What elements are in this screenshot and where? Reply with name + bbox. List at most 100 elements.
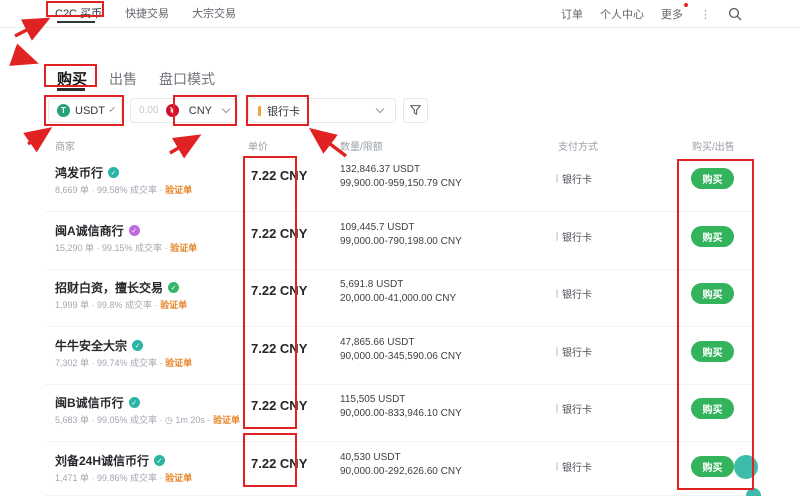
available-amount: 115,505 USDT <box>340 394 405 405</box>
merchant-name: 刘备24H诚信币行 <box>55 452 149 469</box>
limit-range: 99,900.00-959,150.79 CNY <box>340 178 462 189</box>
limit-range: 20,000.00-41,000.00 CNY <box>340 293 456 304</box>
unit-price: 7.22 CNY <box>251 283 307 298</box>
funnel-icon <box>409 104 422 117</box>
amount-input-group: 0.00 ¥ CNY <box>130 98 238 123</box>
top-nav: C2C 买币 快捷交易 大宗交易 订单 个人中心 更多 ⋮ <box>0 0 800 28</box>
fiat-select[interactable]: ¥ CNY <box>166 104 229 117</box>
tab-active-underline <box>57 88 85 91</box>
verified-tag[interactable]: 验证单 <box>165 473 192 483</box>
payment-bar-icon <box>556 347 558 356</box>
chevron-down-icon <box>109 106 115 112</box>
buy-button[interactable]: 购买 <box>691 398 734 419</box>
verified-tag[interactable]: 验证单 <box>160 300 187 310</box>
header-payment: 支付方式 <box>558 138 598 153</box>
payment-bar-icon <box>258 106 261 116</box>
payment-bar-icon <box>556 289 558 298</box>
offer-row: 牛牛安全大宗✓ 7,302 单 · 99.74% 成交率 · 验证单 7.22 … <box>45 328 756 385</box>
verified-badge-icon: ✓ <box>154 455 165 466</box>
offer-row: 闽A诚信商行✓ 15,290 单 · 99.15% 成交率 · 验证单 7.22… <box>45 213 756 270</box>
unit-price: 7.22 CNY <box>251 398 307 413</box>
offer-row: 鸿发币行 ✓ 8,669 单 · 99.58% 成交率 · 验证单 7.22 CN… <box>45 155 756 212</box>
offer-row: 闽B诚信币行 ✓ 5,683 单 · 99.05% 成交率 · ◷ 1m 20s … <box>45 385 756 442</box>
offer-row: 招财白资，擅长交易 ✓ 1,999 单 · 99.8% 成交率 · 验证单 7.2… <box>45 270 756 327</box>
buy-button[interactable]: 购买 <box>691 456 734 477</box>
header-merchant: 商家 <box>55 138 75 153</box>
available-amount: 47,865.66 USDT <box>340 337 415 348</box>
nav-item-orders[interactable]: 订单 <box>561 6 583 22</box>
verified-tag[interactable]: 验证单 <box>165 358 192 368</box>
nav-item-profile[interactable]: 个人中心 <box>600 6 644 22</box>
available-amount: 5,691.8 USDT <box>340 279 403 290</box>
verified-badge-icon: ✓ <box>129 225 140 236</box>
payment-method: 银行卡 <box>556 286 592 301</box>
available-amount: 132,846.37 USDT <box>340 164 420 175</box>
nav-item-c2c-buy[interactable]: C2C 买币 <box>55 5 102 21</box>
payment-method: 银行卡 <box>556 229 592 244</box>
chevron-down-icon <box>376 105 384 113</box>
floating-widget-circle-small[interactable] <box>746 488 761 496</box>
payment-bar-icon <box>556 232 558 241</box>
chevron-down-icon <box>222 105 230 113</box>
payment-bar-icon <box>556 404 558 413</box>
c2c-trading-page: C2C 买币 快捷交易 大宗交易 订单 个人中心 更多 ⋮ 购买 出售 盘口模式 <box>0 0 800 496</box>
available-amount: 109,445.7 USDT <box>340 222 415 233</box>
floating-widget-circle[interactable] <box>734 455 758 479</box>
usdt-coin-icon: T <box>57 104 70 117</box>
buy-button[interactable]: 购买 <box>691 341 734 362</box>
verified-tag[interactable]: 验证单 <box>213 415 240 425</box>
merchant-name: 闽A诚信商行 <box>55 222 124 239</box>
merchant-stats: 1,999 单 · 99.8% 成交率 · 验证单 <box>55 298 187 311</box>
filter-funnel-button[interactable] <box>403 98 428 123</box>
verified-badge-icon: ✓ <box>168 282 179 293</box>
buy-button[interactable]: 购买 <box>691 168 734 189</box>
merchant-stats: 5,683 单 · 99.05% 成交率 · ◷ 1m 20s · 验证单 <box>55 413 240 426</box>
verified-badge-icon: ✓ <box>129 397 140 408</box>
payment-method-select[interactable]: 银行卡 <box>248 98 396 123</box>
payment-bar-icon <box>556 174 558 183</box>
crypto-select-value: USDT <box>75 105 105 117</box>
tab-sell[interactable]: 出售 <box>109 69 137 89</box>
buy-button[interactable]: 购买 <box>691 226 734 247</box>
merchant-name: 招财白资，擅长交易 <box>55 279 163 296</box>
annotation-arrow-buy-tab <box>14 55 34 62</box>
limit-range: 90,000.00-292,626.60 CNY <box>340 466 462 477</box>
filter-bar: T USDT 0.00 ¥ CNY 银行卡 <box>0 98 800 126</box>
amount-input[interactable]: 0.00 <box>139 105 158 116</box>
merchant-name: 鸿发币行 <box>55 164 103 181</box>
tab-buy[interactable]: 购买 <box>57 68 87 89</box>
verified-badge-icon: ✓ <box>132 340 143 351</box>
offer-row: 刘备24H诚信币行✓ 1,471 单 · 99.86% 成交率 · 验证单 7.… <box>45 443 756 496</box>
search-icon[interactable] <box>728 7 742 21</box>
kebab-menu-icon[interactable]: ⋮ <box>700 8 711 21</box>
buy-button[interactable]: 购买 <box>691 283 734 304</box>
verified-tag[interactable]: 验证单 <box>170 243 197 253</box>
notification-dot <box>684 3 688 7</box>
merchant-name: 闽B诚信币行 <box>55 394 124 411</box>
limit-range: 90,000.00-345,590.06 CNY <box>340 351 462 362</box>
header-buy-sell: 购买/出售 <box>692 138 735 153</box>
unit-price: 7.22 CNY <box>251 456 307 471</box>
verified-badge-icon: ✓ <box>108 167 119 178</box>
payment-method: 银行卡 <box>556 171 592 186</box>
crypto-select[interactable]: T USDT <box>48 98 122 123</box>
payment-select-value: 银行卡 <box>267 103 300 119</box>
header-amount-limit: 数量/限额 <box>340 138 383 153</box>
unit-price: 7.22 CNY <box>251 168 307 183</box>
nav-right: 订单 个人中心 更多 ⋮ <box>561 6 742 22</box>
merchant-stats: 7,302 单 · 99.74% 成交率 · 验证单 <box>55 356 192 369</box>
nav-active-underline <box>57 21 95 23</box>
header-price: 单价 <box>248 138 268 153</box>
nav-item-block-trade[interactable]: 大宗交易 <box>192 5 236 21</box>
payment-bar-icon <box>556 462 558 471</box>
payment-method: 银行卡 <box>556 344 592 359</box>
cny-coin-icon: ¥ <box>166 104 179 117</box>
limit-range: 90,000.00-833,946.10 CNY <box>340 408 462 419</box>
payment-method: 银行卡 <box>556 401 592 416</box>
available-amount: 40,530 USDT <box>340 452 401 463</box>
tab-orderbook-mode[interactable]: 盘口模式 <box>159 69 215 89</box>
nav-item-more[interactable]: 更多 <box>661 6 683 22</box>
nav-item-quick-trade[interactable]: 快捷交易 <box>125 5 169 21</box>
verified-tag[interactable]: 验证单 <box>165 185 192 195</box>
merchant-stats: 8,669 单 · 99.58% 成交率 · 验证单 <box>55 183 192 196</box>
